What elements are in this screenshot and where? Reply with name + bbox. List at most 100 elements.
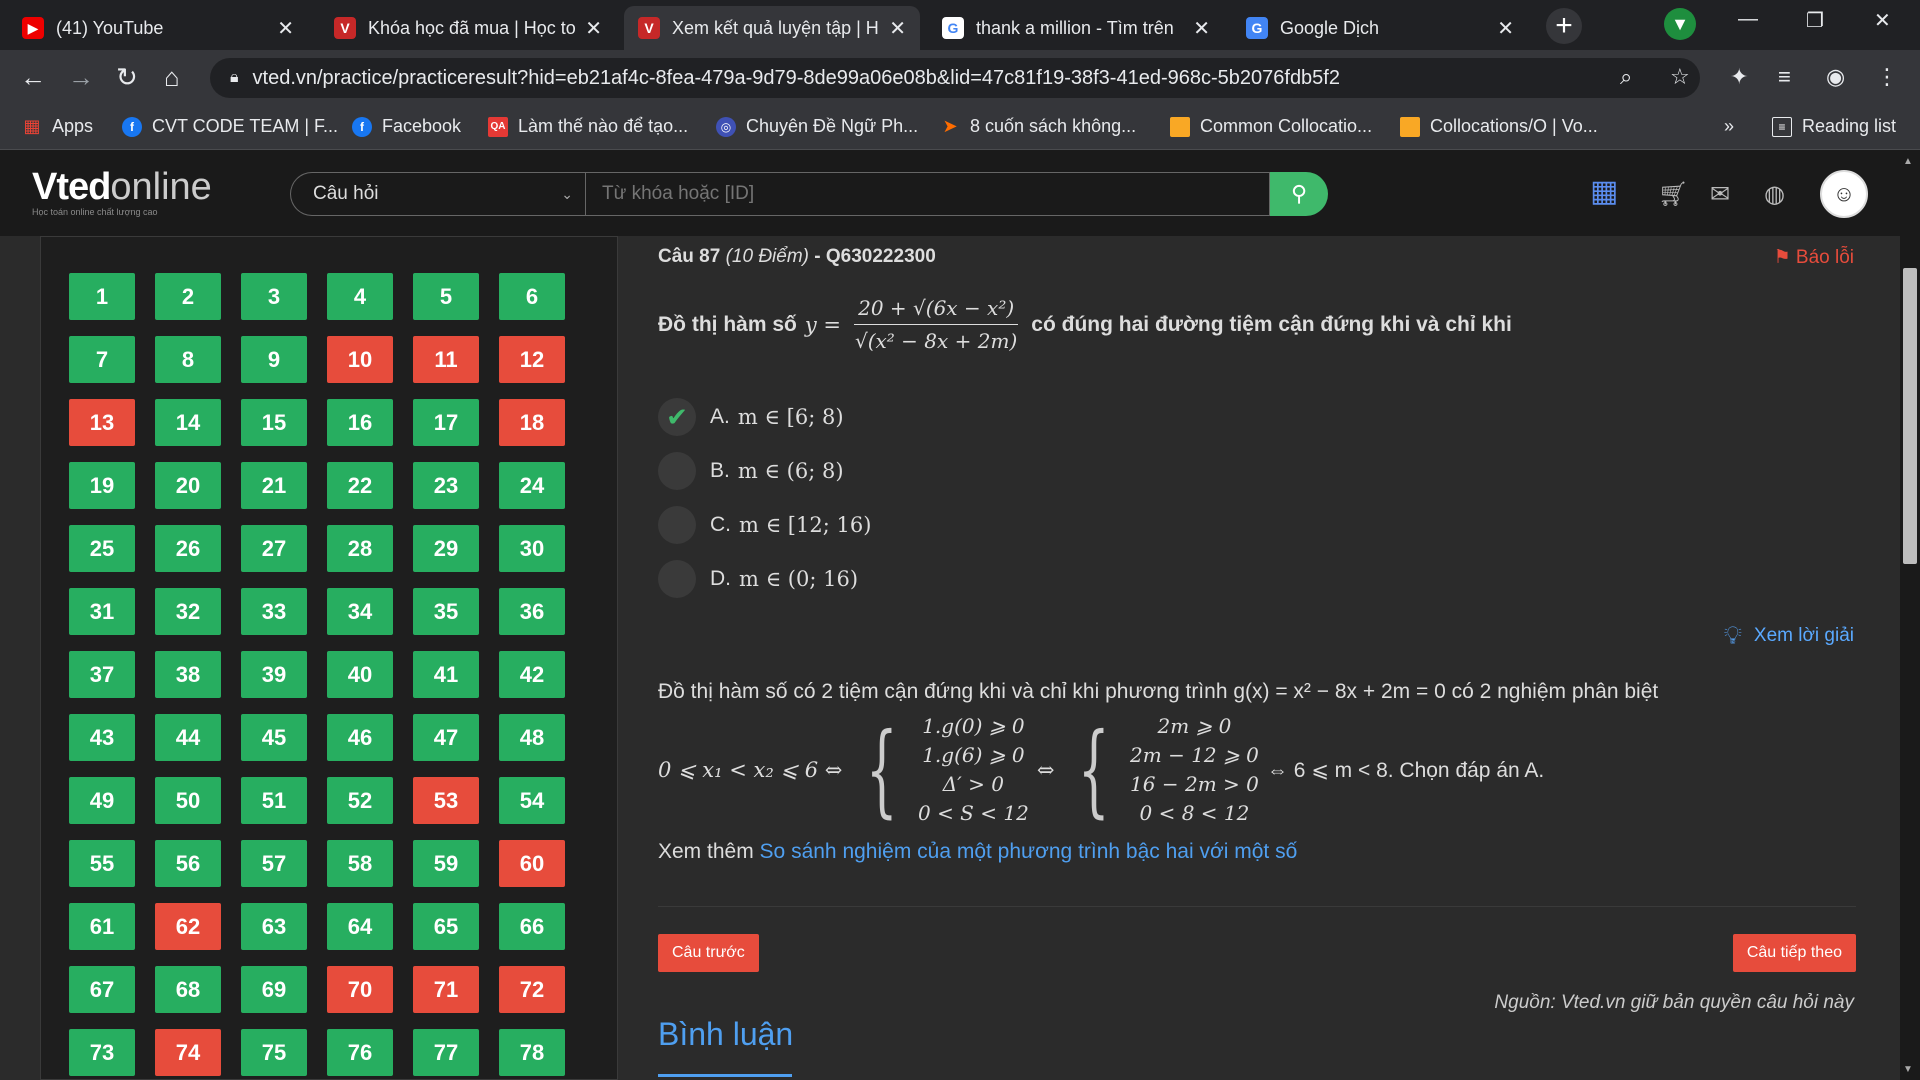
radio-button[interactable] (658, 506, 696, 544)
question-cell-10[interactable]: 10 (327, 336, 393, 383)
question-cell-44[interactable]: 44 (155, 714, 221, 761)
question-cell-31[interactable]: 31 (69, 588, 135, 635)
question-cell-68[interactable]: 68 (155, 966, 221, 1013)
search-input[interactable] (585, 172, 1270, 216)
question-cell-46[interactable]: 46 (327, 714, 393, 761)
question-cell-14[interactable]: 14 (155, 399, 221, 446)
option-a[interactable]: ✔ A. m ∈ [6; 8) (658, 398, 844, 436)
mail-icon[interactable]: ✉ (1710, 180, 1730, 209)
question-cell-72[interactable]: 72 (499, 966, 565, 1013)
star-icon[interactable]: ☆ (1670, 64, 1690, 90)
scroll-down-icon[interactable]: ▼ (1903, 1064, 1913, 1075)
scrollbar-thumb[interactable] (1903, 268, 1917, 564)
window-close-icon[interactable]: ✕ (1874, 8, 1891, 33)
tab-google-translate[interactable]: G Google Dịch ✕ (1232, 6, 1528, 50)
question-cell-27[interactable]: 27 (241, 525, 307, 572)
question-cell-51[interactable]: 51 (241, 777, 307, 824)
question-cell-9[interactable]: 9 (241, 336, 307, 383)
question-cell-25[interactable]: 25 (69, 525, 135, 572)
cart-icon[interactable]: 🛒︎ (1658, 180, 1688, 209)
question-cell-37[interactable]: 37 (69, 651, 135, 698)
question-cell-70[interactable]: 70 (327, 966, 393, 1013)
question-cell-8[interactable]: 8 (155, 336, 221, 383)
question-cell-22[interactable]: 22 (327, 462, 393, 509)
question-cell-12[interactable]: 12 (499, 336, 565, 383)
question-cell-48[interactable]: 48 (499, 714, 565, 761)
radio-button[interactable] (658, 452, 696, 490)
option-c[interactable]: C. m ∈ [12; 16) (658, 506, 871, 544)
question-cell-76[interactable]: 76 (327, 1029, 393, 1076)
question-cell-53[interactable]: 53 (413, 777, 479, 824)
bookmark-apps[interactable]: ▦ Apps (22, 116, 93, 137)
see-more-link[interactable]: So sánh nghiệm của một phương trình bậc … (760, 840, 1298, 863)
question-cell-66[interactable]: 66 (499, 903, 565, 950)
question-cell-52[interactable]: 52 (327, 777, 393, 824)
question-cell-77[interactable]: 77 (413, 1029, 479, 1076)
question-cell-34[interactable]: 34 (327, 588, 393, 635)
question-cell-54[interactable]: 54 (499, 777, 565, 824)
question-cell-20[interactable]: 20 (155, 462, 221, 509)
question-cell-21[interactable]: 21 (241, 462, 307, 509)
question-cell-11[interactable]: 11 (413, 336, 479, 383)
bookmark-lam-the-nao[interactable]: QA Làm thế nào để tạo... (488, 116, 688, 137)
home-icon[interactable]: ⌂ (164, 62, 180, 93)
question-cell-59[interactable]: 59 (413, 840, 479, 887)
question-cell-73[interactable]: 73 (69, 1029, 135, 1076)
zoom-icon[interactable]: ⌕ (1620, 64, 1632, 90)
question-cell-69[interactable]: 69 (241, 966, 307, 1013)
media-icon[interactable]: ≡ (1778, 64, 1791, 90)
question-cell-56[interactable]: 56 (155, 840, 221, 887)
question-cell-38[interactable]: 38 (155, 651, 221, 698)
bookmark-collocations-o[interactable]: Collocations/O | Vo... (1400, 116, 1598, 137)
question-cell-45[interactable]: 45 (241, 714, 307, 761)
question-cell-3[interactable]: 3 (241, 273, 307, 320)
bookmark-common-collocations[interactable]: Common Collocatio... (1170, 116, 1372, 137)
option-b[interactable]: B. m ∈ (6; 8) (658, 452, 844, 490)
question-cell-49[interactable]: 49 (69, 777, 135, 824)
question-cell-1[interactable]: 1 (69, 273, 135, 320)
search-button[interactable]: ⚲ (1270, 172, 1328, 216)
question-cell-78[interactable]: 78 (499, 1029, 565, 1076)
next-question-button[interactable]: Câu tiếp theo (1732, 934, 1856, 972)
question-cell-15[interactable]: 15 (241, 399, 307, 446)
question-cell-4[interactable]: 4 (327, 273, 393, 320)
apps-grid-icon[interactable]: ▦ (1590, 174, 1618, 209)
question-cell-2[interactable]: 2 (155, 273, 221, 320)
tab-vted-results[interactable]: V Xem kết quả luyện tập | H ✕ (624, 6, 920, 50)
tab-youtube[interactable]: ▶ (41) YouTube ✕ (8, 6, 308, 50)
question-cell-43[interactable]: 43 (69, 714, 135, 761)
question-cell-16[interactable]: 16 (327, 399, 393, 446)
question-cell-40[interactable]: 40 (327, 651, 393, 698)
question-cell-28[interactable]: 28 (327, 525, 393, 572)
question-cell-58[interactable]: 58 (327, 840, 393, 887)
extensions-icon[interactable]: ✦ (1730, 64, 1748, 90)
question-cell-67[interactable]: 67 (69, 966, 135, 1013)
question-cell-30[interactable]: 30 (499, 525, 565, 572)
question-cell-47[interactable]: 47 (413, 714, 479, 761)
question-cell-42[interactable]: 42 (499, 651, 565, 698)
search-category-select[interactable]: Câu hỏi ⌄ (290, 172, 585, 216)
question-cell-5[interactable]: 5 (413, 273, 479, 320)
close-icon[interactable]: ✕ (889, 16, 906, 41)
globe-icon[interactable]: ◍ (1764, 180, 1785, 209)
tab-google-search[interactable]: G thank a million - Tìm trên ✕ (928, 6, 1224, 50)
question-cell-64[interactable]: 64 (327, 903, 393, 950)
close-icon[interactable]: ✕ (277, 16, 294, 41)
reload-icon[interactable]: ↻ (116, 62, 138, 93)
option-d[interactable]: D. m ∈ (0; 16) (658, 560, 858, 598)
question-cell-63[interactable]: 63 (241, 903, 307, 950)
profile-icon[interactable]: ◉ (1826, 64, 1845, 90)
question-cell-6[interactable]: 6 (499, 273, 565, 320)
radio-button[interactable] (658, 560, 696, 598)
question-cell-74[interactable]: 74 (155, 1029, 221, 1076)
tab-vted-courses[interactable]: V Khóa học đã mua | Học to ✕ (320, 6, 616, 50)
question-cell-60[interactable]: 60 (499, 840, 565, 887)
view-solution-button[interactable]: 💡︎ Xem lời giải (1724, 620, 1854, 652)
question-cell-62[interactable]: 62 (155, 903, 221, 950)
close-icon[interactable]: ✕ (585, 16, 602, 41)
question-cell-23[interactable]: 23 (413, 462, 479, 509)
question-cell-61[interactable]: 61 (69, 903, 135, 950)
close-icon[interactable]: ✕ (1497, 16, 1514, 41)
close-icon[interactable]: ✕ (1193, 16, 1210, 41)
question-cell-57[interactable]: 57 (241, 840, 307, 887)
